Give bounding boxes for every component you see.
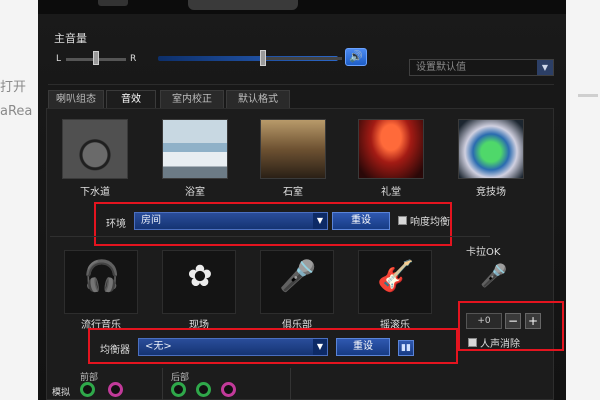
env-label-arena: 竞技场 — [476, 187, 506, 198]
headphones-icon: 🎧 — [83, 259, 121, 294]
voice-cancel-label: 人声消除 — [480, 339, 520, 350]
loudness-label: 响度均衡 — [410, 217, 450, 228]
front-green-jack[interactable] — [80, 382, 95, 397]
env-tile-stone-room[interactable] — [260, 119, 326, 179]
divider — [50, 236, 490, 237]
background-text-1: 打开 — [0, 80, 27, 95]
rear-green-jack[interactable] — [171, 382, 186, 397]
master-volume-label: 主音量 — [54, 32, 87, 45]
karaoke-title: 卡拉OK — [466, 247, 501, 258]
volume-slider-handle[interactable] — [260, 50, 266, 66]
rear-pink-jack[interactable] — [221, 382, 236, 397]
equalizer-select[interactable]: <无> ▼ — [138, 338, 328, 356]
voice-cancel-checkbox[interactable] — [468, 338, 477, 347]
environment-value: 房间 — [141, 215, 161, 226]
karaoke-plus-button[interactable]: + — [525, 313, 541, 329]
karaoke-value: +0 — [466, 313, 502, 329]
equalizer-reset-button[interactable]: 重设 — [336, 338, 390, 356]
background-page-right — [565, 0, 600, 400]
karaoke-microphone-icon: 🎤 — [480, 264, 508, 289]
set-default-dropdown[interactable]: 设置默认值 ▼ — [409, 59, 554, 76]
guitar-icon: 🎸 — [377, 259, 415, 294]
front-pink-jack[interactable] — [108, 382, 123, 397]
tab-room-correction[interactable]: 室内校正 — [160, 90, 224, 108]
chevron-down-icon: ▼ — [313, 339, 327, 355]
background-text-2: aRea — [0, 104, 33, 119]
equalizer-label: 均衡器 — [100, 345, 130, 356]
genre-tile-club[interactable]: 🎤 — [260, 250, 334, 314]
env-tile-auditorium[interactable] — [358, 119, 424, 179]
karaoke-minus-button[interactable]: − — [505, 313, 521, 329]
loudness-checkbox[interactable] — [398, 216, 407, 225]
audio-manager-window: 主音量 L R 🔊 设置默认值 ▼ 喇叭组态 音效 室内校正 默认格式 下水道 … — [38, 0, 566, 400]
env-label-stone-room: 石室 — [283, 187, 303, 198]
disco-ball-icon: ✿ — [187, 259, 213, 294]
equalizer-value: <无> — [145, 341, 172, 352]
env-label-auditorium: 礼堂 — [381, 187, 401, 198]
balance-left-label: L — [56, 54, 62, 64]
equalizer-icon: ▮▮ — [401, 343, 411, 353]
env-tile-bathroom[interactable] — [162, 119, 228, 179]
divider — [290, 368, 291, 400]
tab-sound-effects[interactable]: 音效 — [106, 90, 156, 108]
balance-right-label: R — [130, 54, 137, 64]
set-default-label: 设置默认值 — [416, 62, 466, 73]
mute-button[interactable]: 🔊 — [345, 48, 367, 66]
volume-slider-rest — [264, 57, 342, 60]
env-label-bathroom: 浴室 — [185, 187, 205, 198]
env-tile-sewer[interactable] — [62, 119, 128, 179]
speaker-icon: 🔊 — [349, 50, 363, 63]
chevron-down-icon: ▼ — [313, 213, 327, 229]
rear-green-jack-2[interactable] — [196, 382, 211, 397]
chevron-down-icon: ▼ — [537, 60, 553, 75]
background-page-left: 打开 aRea — [0, 0, 40, 400]
environment-select[interactable]: 房间 ▼ — [134, 212, 328, 230]
rear-jacks-label: 后部 — [171, 373, 190, 383]
divider — [48, 84, 554, 85]
equalizer-settings-button[interactable]: ▮▮ — [398, 340, 414, 356]
env-tile-arena[interactable] — [458, 119, 524, 179]
genre-tile-rock[interactable]: 🎸 — [358, 250, 432, 314]
divider — [162, 368, 163, 400]
window-top-strip — [38, 0, 566, 14]
genre-tile-live[interactable]: ✿ — [162, 250, 236, 314]
tab-default-format[interactable]: 默认格式 — [226, 90, 290, 108]
environment-reset-button[interactable]: 重设 — [332, 212, 390, 230]
balance-slider-handle[interactable] — [93, 51, 99, 65]
tab-speaker-config[interactable]: 喇叭组态 — [48, 90, 104, 108]
microphone-icon: 🎤 — [279, 259, 317, 294]
genre-tile-pop[interactable]: 🎧 — [64, 250, 138, 314]
front-jacks-label: 前部 — [80, 373, 99, 383]
environment-label: 环境 — [106, 219, 126, 230]
env-label-sewer: 下水道 — [80, 187, 110, 198]
analog-label: 模拟 — [52, 388, 71, 398]
